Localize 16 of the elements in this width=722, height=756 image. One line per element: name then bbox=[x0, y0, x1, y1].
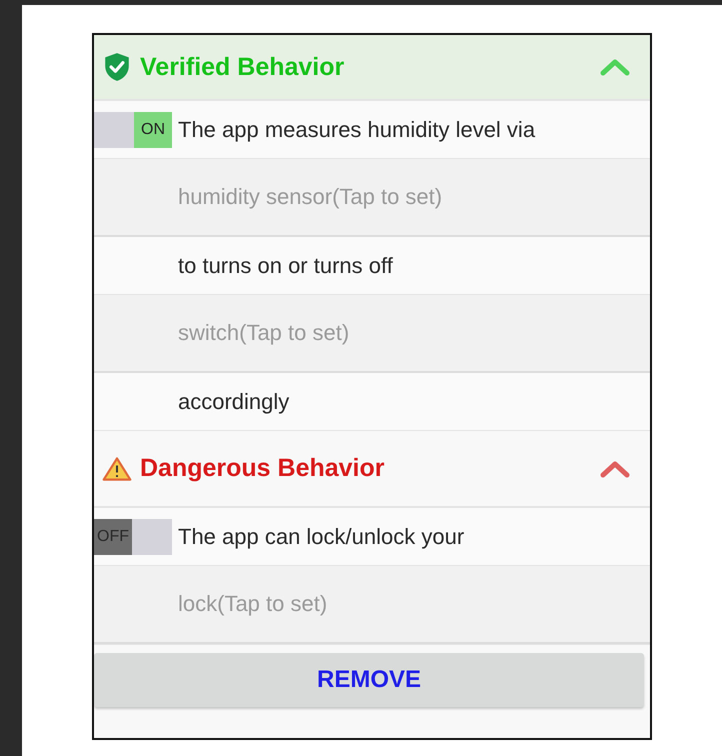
rule-text: The app measures humidity level via bbox=[178, 116, 536, 142]
remove-button[interactable]: REMOVE bbox=[94, 653, 644, 707]
tap-to-set-field[interactable]: lock(Tap to set) bbox=[94, 566, 650, 644]
section-title: Dangerous Behavior bbox=[140, 454, 386, 483]
chevron-icon[interactable] bbox=[600, 460, 630, 478]
rule-text: accordingly bbox=[178, 388, 290, 414]
toggle-switch[interactable]: ON bbox=[94, 112, 172, 148]
tap-to-set-field[interactable]: humidity sensor(Tap to set) bbox=[94, 159, 650, 237]
shield-check-icon bbox=[102, 52, 132, 82]
rule-text: The app can lock/unlock your bbox=[178, 524, 464, 550]
section-title: Verified Behavior bbox=[140, 52, 346, 82]
toggle-switch[interactable]: OFF bbox=[94, 518, 172, 554]
rule-text: to turns on or turns off bbox=[178, 252, 393, 278]
section-header[interactable]: Verified Behavior bbox=[94, 35, 650, 101]
chevron-icon[interactable] bbox=[600, 58, 630, 76]
tap-to-set-field[interactable]: switch(Tap to set) bbox=[94, 295, 650, 373]
